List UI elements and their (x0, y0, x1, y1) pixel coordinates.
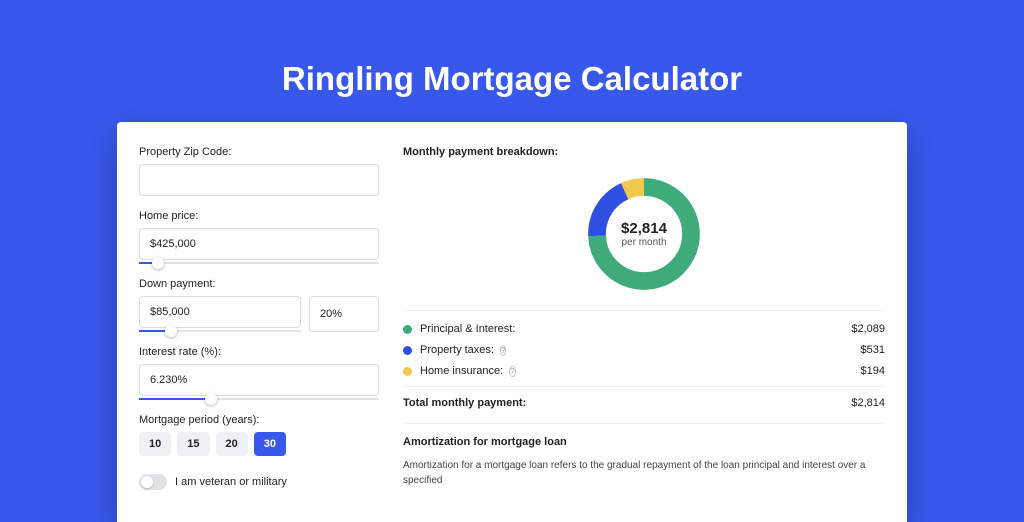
down-payment-input[interactable] (139, 296, 301, 328)
legend-label: Property taxes:? (420, 344, 861, 356)
veteran-toggle-row: I am veteran or military (139, 474, 379, 490)
form-panel: Property Zip Code: Home price: Down paym… (139, 146, 379, 498)
legend-total: Total monthly payment:$2,814 (403, 386, 885, 409)
interest-rate-input[interactable] (139, 364, 379, 396)
interest-rate-label: Interest rate (%): (139, 346, 379, 358)
amortization-paragraph: Amortization for a mortgage loan refers … (403, 458, 885, 488)
donut-center-amount: $2,814 (621, 220, 667, 237)
page-title: Ringling Mortgage Calculator (0, 0, 1024, 122)
slider-thumb[interactable] (205, 393, 217, 405)
mortgage-period-option-20[interactable]: 20 (216, 432, 248, 456)
legend-value: $531 (861, 344, 885, 356)
breakdown-panel: Monthly payment breakdown: $2,814 per mo… (403, 146, 885, 498)
legend-item: Principal & Interest:$2,089 (403, 323, 885, 335)
mortgage-period-field-group: Mortgage period (years): 1015 2030 (139, 414, 379, 456)
down-payment-field-group: Down payment: (139, 278, 379, 332)
mortgage-period-option-30[interactable]: 30 (254, 432, 286, 456)
legend-item: Property taxes:?$531 (403, 344, 885, 356)
donut-chart: $2,814 per month (403, 172, 885, 296)
home-price-field-group: Home price: (139, 210, 379, 264)
calculator-card: Property Zip Code: Home price: Down paym… (117, 122, 907, 522)
down-payment-slider[interactable] (139, 330, 301, 332)
breakdown-legend: Principal & Interest:$2,089 Property taxe… (403, 310, 885, 409)
mortgage-period-segment: 1015 2030 (139, 432, 379, 456)
mortgage-period-option-10[interactable]: 10 (139, 432, 171, 456)
legend-dot-icon (403, 346, 412, 355)
amortization-section: Amortization for mortgage loan Amortizat… (403, 423, 885, 488)
zip-label: Property Zip Code: (139, 146, 379, 158)
legend-label: Principal & Interest: (420, 323, 851, 335)
slider-thumb[interactable] (152, 257, 164, 269)
interest-rate-slider[interactable] (139, 398, 379, 400)
info-icon[interactable]: ? (509, 366, 515, 377)
breakdown-heading: Monthly payment breakdown: (403, 146, 885, 158)
legend-item: Home insurance:?$194 (403, 365, 885, 377)
legend-total-label: Total monthly payment: (403, 397, 851, 409)
veteran-toggle[interactable] (139, 474, 167, 490)
slider-thumb[interactable] (165, 325, 177, 337)
zip-field-group: Property Zip Code: (139, 146, 379, 196)
legend-value: $2,089 (851, 323, 885, 335)
mortgage-period-option-15[interactable]: 15 (177, 432, 209, 456)
zip-input[interactable] (139, 164, 379, 196)
home-price-slider[interactable] (139, 262, 379, 264)
interest-rate-field-group: Interest rate (%): (139, 346, 379, 400)
home-price-label: Home price: (139, 210, 379, 222)
legend-dot-icon (403, 367, 412, 376)
legend-value: $194 (861, 365, 885, 377)
home-price-input[interactable] (139, 228, 379, 260)
mortgage-period-label: Mortgage period (years): (139, 414, 379, 426)
legend-dot-icon (403, 325, 412, 334)
down-payment-label: Down payment: (139, 278, 379, 290)
info-icon[interactable]: ? (500, 345, 506, 356)
legend-total-value: $2,814 (851, 397, 885, 409)
down-payment-percent-input[interactable] (309, 296, 379, 332)
amortization-heading: Amortization for mortgage loan (403, 436, 885, 448)
donut-center-sub: per month (621, 237, 666, 248)
legend-label: Home insurance:? (420, 365, 861, 377)
veteran-label: I am veteran or military (175, 476, 287, 488)
